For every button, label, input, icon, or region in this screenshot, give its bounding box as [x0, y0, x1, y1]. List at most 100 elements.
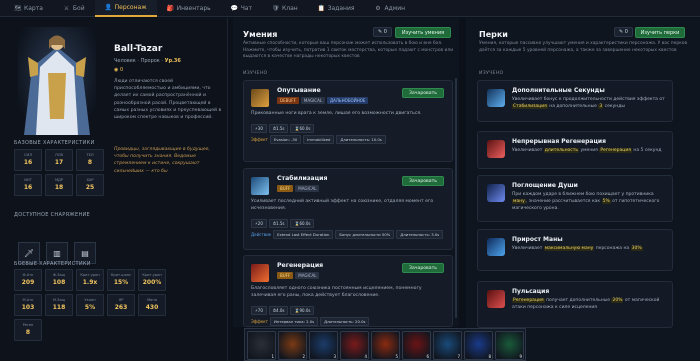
stat-value: 118: [52, 304, 66, 311]
perk-text: , значение рассчитывается как: [525, 199, 602, 204]
hotbar-slot[interactable]: 8: [464, 331, 493, 360]
ability-icon: [251, 177, 269, 195]
perks-count: ✎ 0: [614, 27, 633, 37]
stat-value: 263: [114, 304, 128, 311]
base-stat-cell: СИЛ 16: [14, 149, 42, 171]
hotbar-slot-key: 6: [426, 354, 429, 359]
character-level: Ур.36: [164, 58, 181, 64]
enchant-button[interactable]: Зачаровать: [402, 263, 444, 273]
effect-label: Эффект: [251, 319, 268, 324]
ability-stat: ⌛60.0s: [290, 219, 315, 228]
ability-tag: MAGICAL: [295, 272, 320, 279]
enchant-button[interactable]: Зачаровать: [402, 88, 444, 98]
tab-chat[interactable]: 💬 Чат: [221, 0, 262, 17]
shield-icon: 🛡: [271, 4, 280, 12]
effect-chip: Интервал тика: 2.0s: [269, 317, 319, 326]
ability-description: Прикованные ноги врага к земле, лишая ег…: [251, 111, 422, 116]
perk-name: Поглощение Души: [512, 182, 578, 189]
stat-value: 200%: [142, 279, 162, 286]
tab-admin[interactable]: ⚙ Админ: [364, 0, 415, 17]
base-stat-cell: МДР 18: [45, 174, 73, 196]
character-bio: Люди отличаются своей приспособляемостью…: [114, 79, 222, 121]
stat-label: Крит.урон: [80, 273, 100, 277]
abilities-scroll-count: ✎ 0: [373, 27, 392, 37]
ability-stat: ⏱1.5s: [268, 124, 289, 133]
stat-label: Ф.Атк: [22, 273, 34, 277]
hotbar-slot[interactable]: 4: [340, 331, 369, 360]
perk-card[interactable]: Дополнительные Секунды Увеличивает бонус …: [477, 80, 673, 122]
perk-text: получает дополнительные: [544, 298, 612, 303]
combat-stat-cell: М.Атк 103: [14, 294, 42, 316]
perk-text: умения: [579, 148, 600, 153]
ability-tags: BUFF MAGICAL: [277, 185, 320, 192]
tab-clan[interactable]: 🛡 Клан: [262, 0, 308, 17]
tab-map[interactable]: 🗺 Карта: [4, 0, 53, 17]
effect-label: Действие: [251, 232, 272, 237]
perk-icon: [487, 184, 505, 202]
tab-character[interactable]: 👤 Персонаж: [94, 0, 157, 17]
ability-stat: ⏱1.5s: [268, 219, 289, 228]
tab-inventory[interactable]: 🎒 Инвентарь: [157, 0, 221, 17]
armor-icon: ▥: [53, 248, 61, 258]
stat-label: HP: [118, 298, 124, 302]
perk-card[interactable]: Непрерывная Регенерация Увеличивает длите…: [477, 131, 673, 169]
ability-description: Благословляет одного союзника постоянным…: [251, 286, 422, 298]
enchant-button[interactable]: Зачаровать: [402, 176, 444, 186]
learn-perks-button[interactable]: Изучить перки: [635, 27, 685, 38]
perk-text: секунды: [603, 104, 625, 109]
hotbar-slot[interactable]: 2: [278, 331, 307, 360]
tab-quests[interactable]: 📋 Задания: [308, 0, 365, 17]
combat-stat-cell: Уклон 5%: [76, 294, 104, 316]
perk-name: Прирост Маны: [512, 236, 563, 243]
ability-card[interactable]: Опутывание DEBUFF MAGICAL ДАЛЬНОБОЙНОЕ Зачар…: [243, 80, 453, 162]
hotbar-slot[interactable]: 7: [433, 331, 462, 360]
map-icon: 🗺: [14, 4, 22, 12]
ability-card[interactable]: Стабилизация BUFF MAGICAL Зачаровать Усилива…: [243, 168, 453, 250]
ability-tag: DEBUFF: [277, 97, 299, 104]
hotbar-slot[interactable]: 5: [371, 331, 400, 360]
ability-card[interactable]: Регенерация BUFF MAGICAL Зачаровать Благосло…: [243, 255, 453, 327]
stat-label: Ф.Защ: [52, 273, 66, 277]
count-value: 0: [624, 29, 628, 35]
chat-icon: 💬: [230, 4, 239, 12]
top-nav: 🗺 Карта ⚔ Бой 👤 Персонаж 🎒 Инвентарь 💬 Чат 🛡 К…: [0, 0, 700, 17]
stat-value: 209: [21, 279, 35, 286]
race-class-text: Человек · Пророк ·: [114, 58, 165, 64]
ability-tag: ДАЛЬНОБОЙНОЕ: [327, 97, 369, 104]
stat-label: ЛОВ: [55, 153, 63, 157]
perk-card[interactable]: Пульсация Регенерация получает дополнител…: [477, 281, 673, 328]
abilities-scrollbar[interactable]: [455, 78, 457, 318]
scroll-icon: 📋: [317, 4, 326, 12]
base-stat-cell: ЛОВ 17: [45, 149, 73, 171]
hotbar-slot[interactable]: 9: [495, 331, 524, 360]
ability-stats: ⚡30 ⏱1.5s ⌛60.0s: [251, 124, 315, 133]
user-icon: 👤: [104, 3, 113, 11]
ability-name: Стабилизация: [277, 175, 328, 182]
stat-value: 8: [87, 159, 93, 166]
hotbar-slot[interactable]: 3: [309, 331, 338, 360]
equipment-title: ДОСТУПНОЕ СНАРЯЖЕНИЕ: [14, 212, 91, 218]
gear-icon: ⚙: [375, 4, 381, 12]
hotbar-slot[interactable]: 1: [247, 331, 276, 360]
base-stat-cell: ИНТ 16: [14, 174, 42, 196]
perk-card[interactable]: Поглощение Души При каждом ударе в ближне…: [477, 175, 673, 222]
combat-stat-cell: М.Защ 118: [45, 294, 73, 316]
hotbar-slot[interactable]: 6: [402, 331, 431, 360]
backpack-icon: 🎒: [166, 4, 175, 12]
perks-title: Перки: [479, 30, 508, 39]
base-stats-grid: СИЛ 16 ЛОВ 17 ТЕЛ 8 ИНТ 16 МДР 18 ХАР 25: [14, 149, 104, 196]
perks-description: Умения, которые пассивно улучшают умения…: [479, 41, 688, 53]
tab-battle[interactable]: ⚔ Бой: [53, 0, 95, 17]
perk-card[interactable]: Прирост Маны Увеличивает максимальную ман…: [477, 229, 673, 271]
learn-abilities-button[interactable]: Изучить умения: [395, 27, 451, 38]
stat-value: 18: [54, 184, 64, 191]
stat-value: 25: [85, 184, 95, 191]
ability-effects: Эффект Evasion: -30 Immobilized Длительност…: [251, 135, 447, 144]
ability-description: Усиливает последний активный эффект на с…: [251, 199, 434, 211]
combat-stat-cell: Ф.Защ 108: [45, 269, 73, 291]
stat-label: Крит.урон: [142, 273, 162, 277]
effect-label: Эффект: [251, 137, 268, 142]
combat-stat-cell: Крит.шанс 15%: [107, 269, 135, 291]
stat-value: 16: [23, 184, 33, 191]
perk-description: Увеличивает максимальную ману персонажа …: [512, 245, 668, 252]
